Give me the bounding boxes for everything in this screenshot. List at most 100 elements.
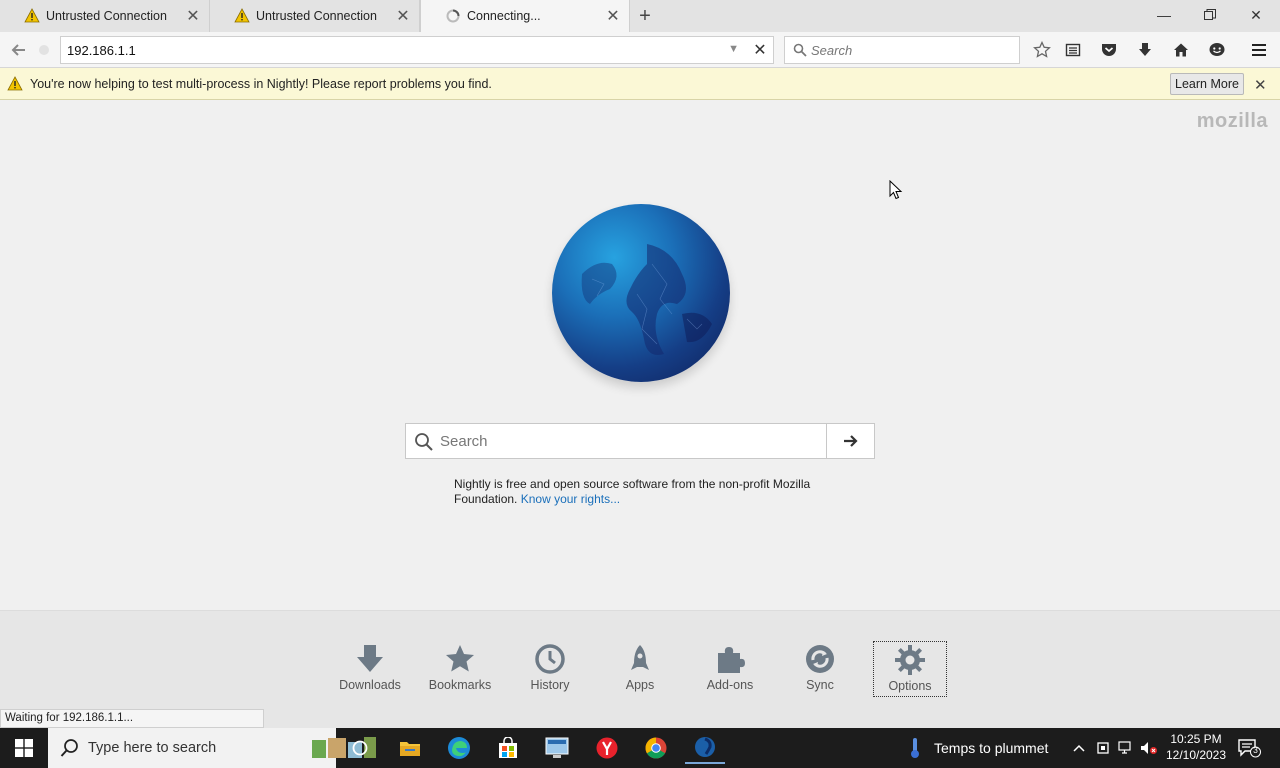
taskbar-search-placeholder: Type here to search xyxy=(88,740,217,756)
restore-button[interactable] xyxy=(1187,0,1233,30)
about-text: Nightly is free and open source software… xyxy=(454,477,834,507)
nightly-globe-icon xyxy=(695,737,715,757)
mozilla-logo: mozilla xyxy=(1196,110,1268,132)
pocket-button[interactable] xyxy=(1098,39,1120,61)
launcher-bookmarks[interactable]: Bookmarks xyxy=(423,641,497,697)
stop-button[interactable]: ✕ xyxy=(748,38,772,62)
launcher-label: Apps xyxy=(625,678,655,692)
tab-connecting[interactable]: Connecting... ✕ xyxy=(420,0,630,32)
windows-taskbar: Type here to search Temps to plummet 10:… xyxy=(0,728,1280,768)
chevron-up-icon xyxy=(1073,744,1085,752)
downloads-button[interactable] xyxy=(1134,39,1156,61)
learn-more-button[interactable]: Learn More xyxy=(1170,73,1244,95)
clock-time: 10:25 PM xyxy=(1170,732,1222,746)
action-center-button[interactable]: 3 xyxy=(1238,738,1262,758)
back-arrow-icon xyxy=(11,44,25,56)
sync-icon xyxy=(806,645,834,673)
start-button[interactable] xyxy=(0,728,48,768)
search-icon xyxy=(793,43,807,57)
taskbar-clock[interactable]: 10:25 PM 12/10/2023 xyxy=(1160,731,1232,763)
search-bar[interactable]: Search xyxy=(784,36,1020,64)
close-tab-icon[interactable]: ✕ xyxy=(605,8,621,25)
launcher-history[interactable]: History xyxy=(513,641,587,697)
close-notification-icon[interactable]: ✕ xyxy=(1254,76,1267,94)
tray-volume-icon[interactable] xyxy=(1140,739,1158,757)
globe-continents-icon xyxy=(581,244,712,355)
launcher-label: Sync xyxy=(806,678,834,692)
minimize-button[interactable]: — xyxy=(1141,0,1187,30)
search-placeholder: Search xyxy=(811,42,853,58)
close-tab-icon[interactable]: ✕ xyxy=(185,8,201,25)
nightly-button[interactable] xyxy=(685,732,725,764)
home-button[interactable] xyxy=(1170,39,1192,61)
launcher-label: Options xyxy=(888,679,932,693)
nightly-globe-logo xyxy=(552,204,730,382)
bookmark-star-button[interactable] xyxy=(1031,39,1053,61)
file-explorer-button[interactable] xyxy=(390,732,430,764)
notification-bar: You're now helping to test multi-process… xyxy=(0,68,1280,100)
notification-count: 3 xyxy=(1253,745,1258,755)
nav-bar: 192.186.1.1 ▼ ✕ Search xyxy=(0,32,1280,68)
edge-button[interactable] xyxy=(439,732,479,764)
tab-untrusted-1[interactable]: Untrusted Connection ✕ xyxy=(0,0,210,32)
warning-icon xyxy=(234,8,250,23)
launcher-label: Bookmarks xyxy=(428,678,492,692)
star-outline-icon xyxy=(1033,41,1051,58)
launcher-addons[interactable]: Add-ons xyxy=(693,641,767,697)
close-window-button[interactable]: ✕ xyxy=(1233,0,1279,30)
rocket-icon xyxy=(631,645,649,670)
store-button[interactable] xyxy=(488,732,528,764)
search-go-button[interactable] xyxy=(826,424,874,458)
puzzle-icon xyxy=(718,647,745,673)
tray-overflow-icon[interactable] xyxy=(1070,739,1088,757)
know-your-rights-link[interactable]: Know your rights... xyxy=(521,492,620,506)
url-dropdown-icon[interactable]: ▼ xyxy=(728,43,739,55)
taskbar-search-box[interactable]: Type here to search xyxy=(48,728,376,768)
store-icon xyxy=(499,737,517,758)
notification-message: You're now helping to test multi-process… xyxy=(30,76,492,91)
reading-list-button[interactable] xyxy=(1062,39,1084,61)
launcher-apps[interactable]: Apps xyxy=(603,641,677,697)
close-tab-icon[interactable]: ✕ xyxy=(395,8,411,25)
gear-icon xyxy=(895,645,925,675)
tab-title: Untrusted Connection xyxy=(46,9,167,23)
launcher-sync[interactable]: Sync xyxy=(783,641,857,697)
about-description: Nightly is free and open source software… xyxy=(454,477,811,506)
page-content: mozilla Search Nightly is free and open … xyxy=(0,100,1280,610)
launcher-label: Downloads xyxy=(339,678,401,692)
restore-icon xyxy=(1204,9,1216,20)
tab-untrusted-2[interactable]: Untrusted Connection ✕ xyxy=(210,0,420,32)
folder-icon xyxy=(400,742,420,756)
tab-strip: Untrusted Connection ✕ Untrusted Connect… xyxy=(0,0,1280,32)
monitor-icon xyxy=(545,737,569,758)
tab-title: Connecting... xyxy=(467,9,541,23)
new-tab-button[interactable]: + xyxy=(630,0,660,32)
usb-icon xyxy=(1097,742,1109,754)
launcher-downloads[interactable]: Downloads xyxy=(333,641,407,697)
mouse-cursor-icon xyxy=(889,180,903,200)
hello-button[interactable] xyxy=(1206,39,1228,61)
tray-device-icon[interactable] xyxy=(1094,739,1112,757)
weather-widget[interactable]: Temps to plummet xyxy=(908,728,1048,768)
page-search-box[interactable]: Search xyxy=(405,423,875,459)
star-icon xyxy=(446,645,474,672)
search-icon xyxy=(415,433,433,451)
url-bar[interactable]: 192.186.1.1 ▼ xyxy=(60,36,774,64)
launcher-options[interactable]: Options xyxy=(873,641,947,697)
windows-logo-icon xyxy=(15,739,33,757)
back-button[interactable] xyxy=(7,38,31,62)
launcher-label: Add-ons xyxy=(706,678,754,692)
yandex-button[interactable] xyxy=(587,732,627,764)
chat-icon xyxy=(1209,43,1225,56)
download-icon xyxy=(357,645,383,672)
hamburger-icon xyxy=(1252,44,1266,56)
page-search-placeholder: Search xyxy=(440,432,488,450)
tray-network-icon[interactable] xyxy=(1117,739,1135,757)
remote-desktop-button[interactable] xyxy=(537,732,577,764)
cortana-button[interactable] xyxy=(340,732,380,764)
chrome-button[interactable] xyxy=(636,732,676,764)
yandex-icon xyxy=(596,737,618,759)
menu-button[interactable] xyxy=(1248,39,1270,61)
loading-icon xyxy=(446,9,460,23)
forward-button[interactable] xyxy=(36,38,52,62)
